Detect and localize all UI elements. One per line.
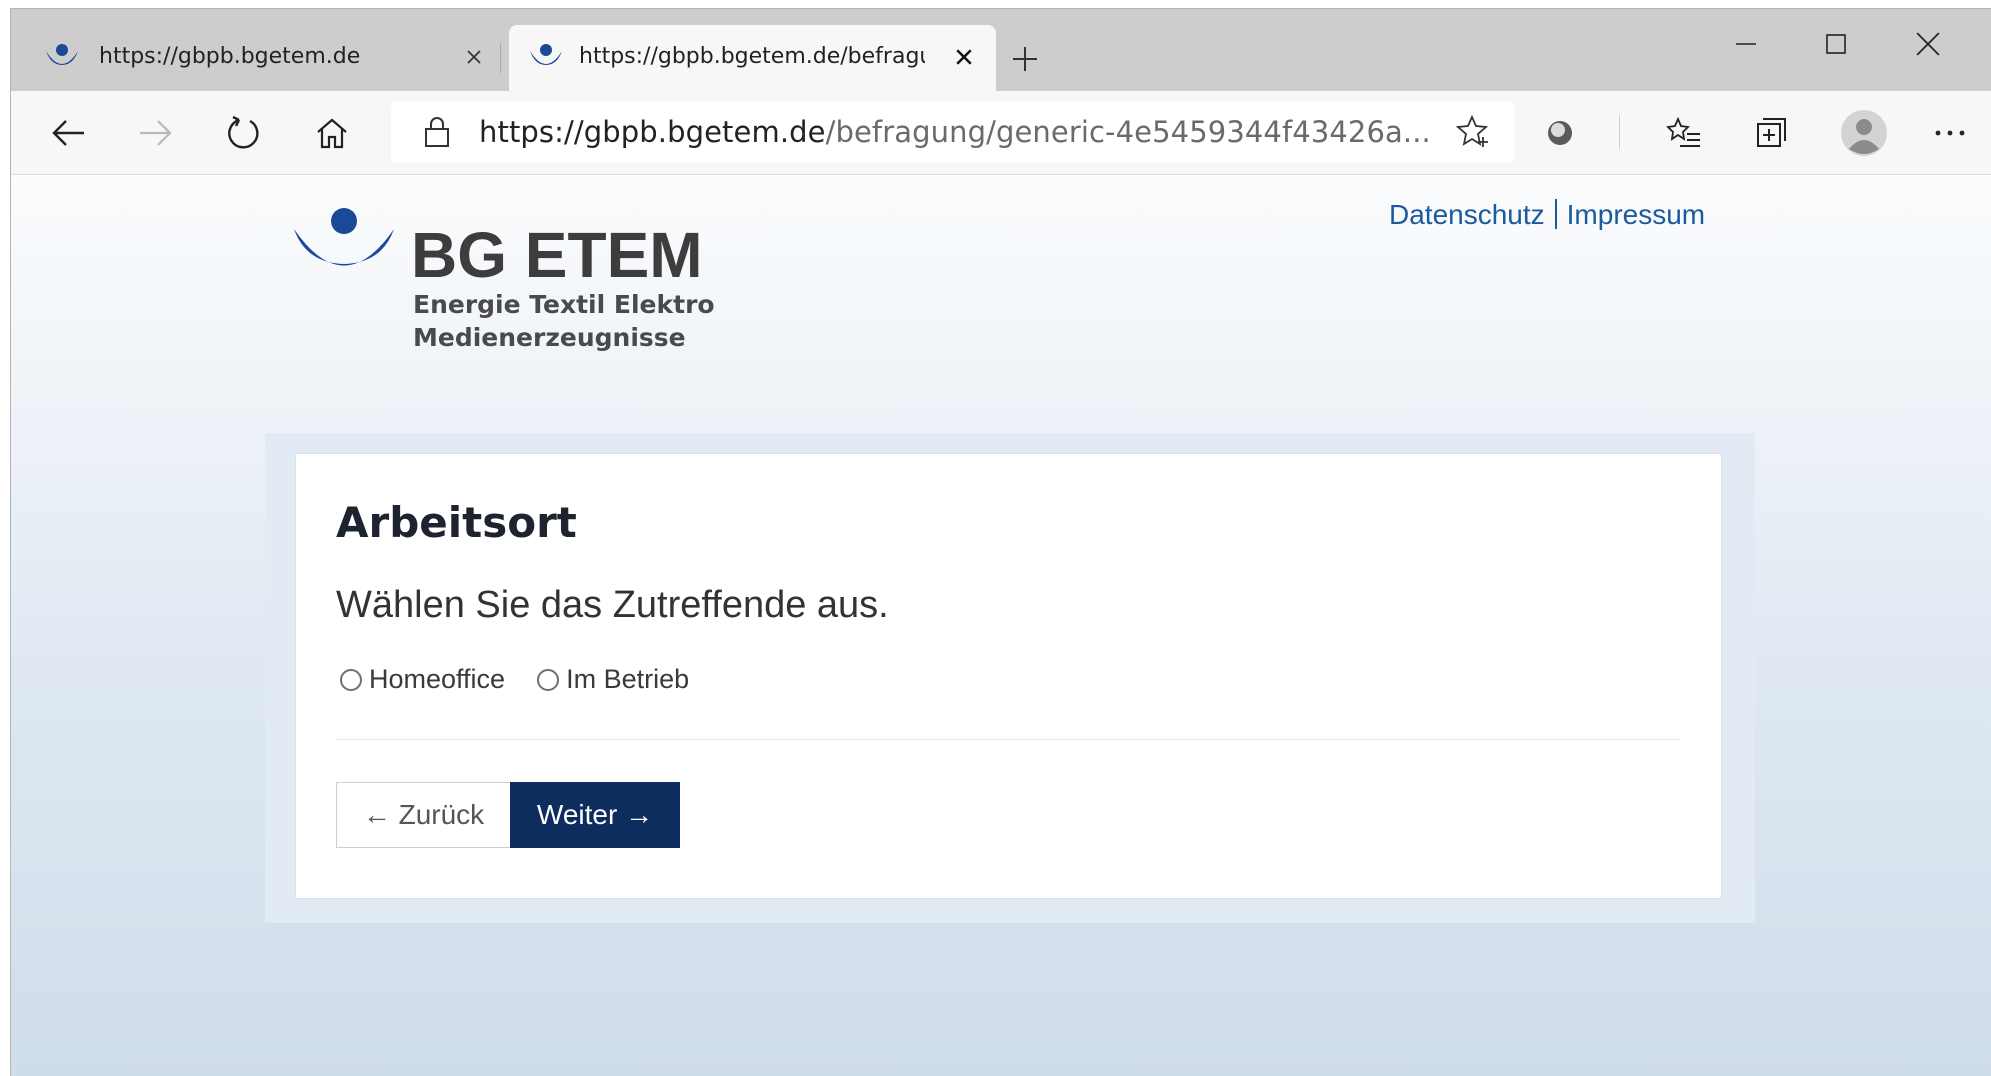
new-tab-icon[interactable] [1005,39,1045,79]
tab-title: https://gbpb.bgetem.de/befragu [579,44,925,69]
bg-etem-logo[interactable]: BG ETEM Energie Textil Elektro Medienerz… [294,207,715,357]
reload-icon[interactable] [219,108,269,158]
link-separator [1554,199,1557,229]
option-label: Im Betrieb [566,664,690,694]
svg-text:BG ETEM: BG ETEM [411,219,703,291]
url-text[interactable]: https://gbpb.bgetem.de/befragung/generic… [479,115,1431,149]
profile-avatar-icon[interactable] [1837,106,1891,160]
radio-im-betrieb[interactable] [537,668,560,691]
collections-icon[interactable] [1747,108,1797,158]
tab-close-icon[interactable] [946,39,982,75]
tab-strip: https://gbpb.bgetem.de https://gbpb.bget… [11,9,1991,91]
top-links: Datenschutz Impressum [1389,199,1705,231]
toolbar-divider [1619,115,1620,149]
url-host: https://gbpb.bgetem.de [479,115,826,149]
form-container: Arbeitsort Wählen Sie das Zutreffende au… [265,433,1755,923]
svg-text:Energie Textil Elektro: Energie Textil Elektro [413,290,714,319]
maximize-icon[interactable] [1801,19,1871,69]
form-divider [336,739,1681,740]
more-dots-icon[interactable] [1925,108,1975,158]
next-button[interactable]: Weiter → [510,782,680,848]
tab-active[interactable]: https://gbpb.bgetem.de/befragu [509,25,996,91]
bg-etem-emblem-icon: BG ETEM Energie Textil Elektro Medienerz… [294,208,715,352]
svg-text:Medienerzeugnisse: Medienerzeugnisse [413,323,686,352]
option-im-betrieb[interactable]: Im Betrieb [537,664,689,695]
extension-icon[interactable] [1535,108,1585,158]
favorites-list-icon[interactable] [1659,108,1709,158]
home-icon[interactable] [307,108,357,158]
bg-etem-favicon-icon [530,44,562,65]
arrow-right-icon[interactable] [131,108,181,158]
browser-toolbar: https://gbpb.bgetem.de/befragung/generic… [11,91,1991,175]
address-bar[interactable]: https://gbpb.bgetem.de/befragung/generic… [391,101,1514,163]
lock-icon[interactable] [423,115,451,149]
imprint-link[interactable]: Impressum [1567,199,1705,230]
question-heading: Arbeitsort [336,498,577,547]
minimize-icon[interactable] [1711,19,1781,69]
option-label: Homeoffice [369,664,506,694]
url-path: /befragung/generic-4e5459344f43426a... [825,115,1431,149]
back-button[interactable]: ← Zurück [336,782,511,848]
browser-window: https://gbpb.bgetem.de https://gbpb.bget… [10,8,1991,1076]
tab-inactive[interactable]: https://gbpb.bgetem.de [11,25,501,91]
question-card: Arbeitsort Wählen Sie das Zutreffende au… [295,453,1722,899]
option-homeoffice[interactable]: Homeoffice [340,664,505,695]
question-prompt: Wählen Sie das Zutreffende aus. [336,584,889,626]
page-content: BG ETEM Energie Textil Elektro Medienerz… [11,175,1991,1076]
radio-group: Homeoffice Im Betrieb [340,664,721,695]
window-close-icon[interactable] [1893,19,1963,69]
bg-etem-favicon-icon [46,44,78,65]
arrow-left-icon[interactable] [43,108,93,158]
tab-close-icon[interactable] [456,39,492,75]
tab-title: https://gbpb.bgetem.de [99,44,361,69]
star-add-icon[interactable] [1456,113,1492,149]
radio-homeoffice[interactable] [340,668,362,691]
privacy-link[interactable]: Datenschutz [1389,199,1545,230]
